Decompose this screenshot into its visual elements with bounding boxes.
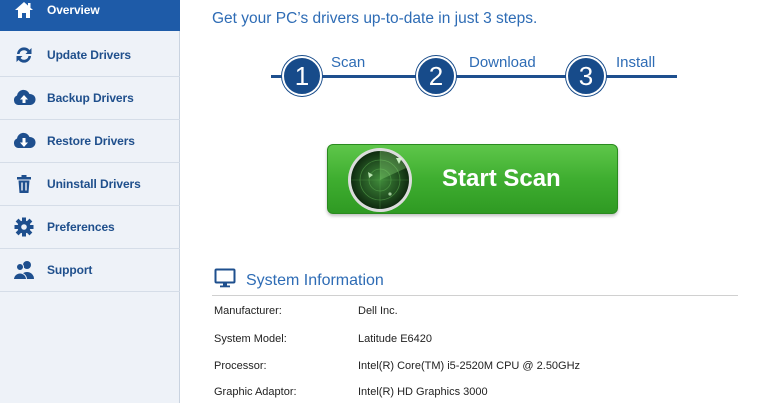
start-scan-label: Start Scan bbox=[442, 165, 561, 192]
sidebar-item-label: Preferences bbox=[47, 220, 115, 234]
sidebar-item-label: Overview bbox=[47, 3, 100, 17]
start-scan-button[interactable]: Start Scan bbox=[327, 144, 618, 214]
steps-progress-line bbox=[271, 75, 677, 78]
info-value: Latitude E6420 bbox=[358, 333, 433, 345]
info-key: Processor: bbox=[214, 360, 267, 372]
sidebar-item-label: Update Drivers bbox=[47, 48, 131, 62]
radar-icon bbox=[346, 146, 414, 214]
step-3-label: Install bbox=[616, 54, 656, 71]
step-1-label: Scan bbox=[331, 54, 366, 71]
step-1-badge: 1 bbox=[282, 56, 322, 96]
info-value: Dell Inc. bbox=[358, 305, 398, 317]
sidebar-item-label: Backup Drivers bbox=[47, 91, 134, 105]
home-icon bbox=[12, 0, 36, 22]
sidebar: Overview Update Drivers Backup Drivers R… bbox=[0, 0, 180, 403]
trash-icon bbox=[12, 172, 36, 196]
info-value: Intel(R) HD Graphics 3000 bbox=[358, 386, 488, 398]
step-3-badge: 3 bbox=[566, 56, 606, 96]
gear-icon bbox=[12, 215, 36, 239]
info-key: System Model: bbox=[214, 333, 287, 345]
system-info-header: System Information bbox=[214, 268, 384, 293]
cloud-download-icon bbox=[12, 129, 36, 153]
sidebar-item-label: Restore Drivers bbox=[47, 134, 135, 148]
system-info-title: System Information bbox=[246, 271, 384, 289]
info-value: Intel(R) Core(TM) i5-2520M CPU @ 2.50GHz bbox=[358, 360, 581, 372]
sidebar-item-uninstall-drivers[interactable]: Uninstall Drivers bbox=[0, 163, 180, 206]
step-2-label: Download bbox=[469, 54, 536, 71]
sidebar-item-update-drivers[interactable]: Update Drivers bbox=[0, 34, 180, 77]
sidebar-item-preferences[interactable]: Preferences bbox=[0, 206, 180, 249]
sidebar-item-overview[interactable]: Overview bbox=[0, 0, 180, 31]
sidebar-item-support[interactable]: Support bbox=[0, 249, 180, 292]
users-icon bbox=[12, 258, 36, 282]
sidebar-item-restore-drivers[interactable]: Restore Drivers bbox=[0, 120, 180, 163]
step-2-badge: 2 bbox=[416, 56, 456, 96]
page-headline: Get your PC’s drivers up-to-date in just… bbox=[212, 10, 538, 27]
info-key: Manufacturer: bbox=[214, 305, 282, 317]
refresh-icon bbox=[12, 43, 36, 67]
sidebar-item-backup-drivers[interactable]: Backup Drivers bbox=[0, 77, 180, 120]
monitor-icon bbox=[214, 268, 236, 293]
divider bbox=[212, 295, 738, 296]
sidebar-item-label: Uninstall Drivers bbox=[47, 177, 141, 191]
info-key: Graphic Adaptor: bbox=[214, 386, 297, 398]
sidebar-item-label: Support bbox=[47, 263, 93, 277]
cloud-upload-icon bbox=[12, 86, 36, 110]
